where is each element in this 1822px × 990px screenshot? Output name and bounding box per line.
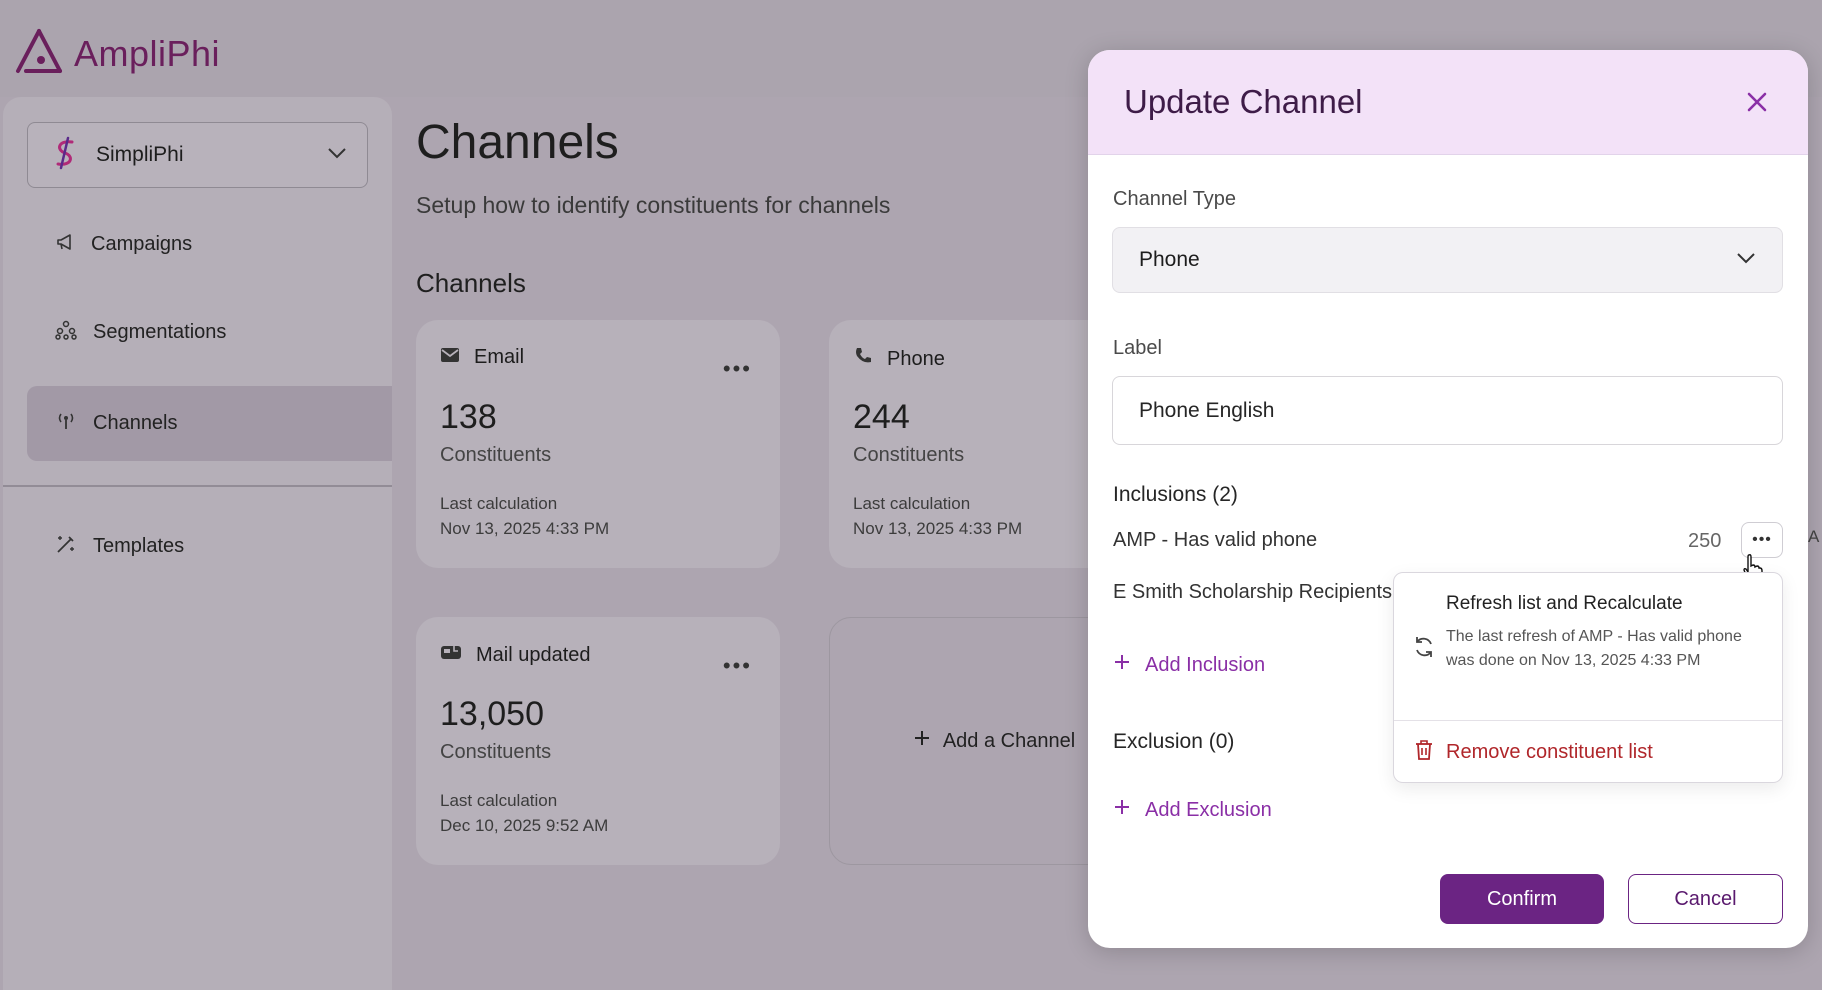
sidebar-item-label: Campaigns	[91, 233, 193, 255]
add-inclusion-button[interactable]: Add Inclusion	[1113, 653, 1265, 677]
exclusion-title: Exclusion (0)	[1113, 730, 1235, 753]
card-last-label: Last calculation	[440, 494, 558, 513]
card-title: Mail updated	[476, 643, 591, 666]
chevron-down-icon	[1736, 251, 1756, 269]
refresh-icon	[1412, 635, 1436, 664]
channel-card-email[interactable]: Email ••• 138 Constituents Last calculat…	[416, 320, 780, 568]
card-last-date: Nov 13, 2025 4:33 PM	[853, 519, 1023, 538]
sidebar-item-label: Channels	[93, 412, 178, 434]
sidebar-item-label: Segmentations	[93, 321, 227, 343]
card-last-label: Last calculation	[440, 791, 558, 810]
update-channel-modal: Update Channel Channel Type Phone Label …	[1088, 50, 1808, 948]
channel-type-label: Channel Type	[1113, 188, 1237, 210]
section-title: Channels	[416, 268, 526, 298]
plus-icon	[1113, 798, 1131, 822]
org-name: SimpliPhi	[96, 143, 184, 166]
add-inclusion-label: Add Inclusion	[1145, 653, 1266, 676]
sidebar-item-campaigns[interactable]: Campaigns	[27, 207, 392, 282]
add-exclusion-label: Add Exclusion	[1145, 798, 1272, 821]
segment-icon	[55, 320, 77, 346]
plus-icon	[913, 729, 931, 753]
modal-title: Update Channel	[1124, 83, 1363, 120]
inclusion-item: AMP - Has valid phone	[1113, 529, 1318, 551]
refresh-recalculate-item[interactable]: Refresh list and Recalculate The last re…	[1394, 573, 1782, 721]
refresh-title: Refresh list and Recalculate	[1446, 593, 1683, 614]
sidebar-divider	[3, 485, 392, 487]
inclusion-context-menu: Refresh list and Recalculate The last re…	[1393, 572, 1783, 783]
channel-type-value: Phone	[1139, 248, 1200, 271]
more-options-icon[interactable]: •••	[723, 653, 752, 679]
magic-wand-icon	[55, 533, 77, 561]
sidebar-item-templates[interactable]: Templates	[27, 509, 392, 584]
sidebar-item-channels[interactable]: Channels	[27, 386, 392, 461]
antenna-icon	[55, 411, 77, 437]
ampliphi-logo-icon	[14, 28, 64, 79]
trash-icon	[1414, 739, 1434, 767]
mailbox-icon	[440, 643, 462, 667]
card-last-date: Dec 10, 2025 9:52 AM	[440, 816, 609, 835]
card-title: Phone	[887, 347, 945, 370]
app-name: AmpliPhi	[74, 32, 221, 74]
remove-list-item[interactable]: Remove constituent list	[1394, 721, 1782, 784]
channel-type-select[interactable]: Phone	[1112, 227, 1783, 293]
more-options-icon[interactable]: •••	[723, 356, 752, 382]
card-count: 13,050	[440, 695, 544, 733]
plus-icon	[1113, 653, 1131, 677]
sidebar: SimpliPhi Campaigns Segmentations Channe…	[3, 97, 392, 990]
card-unit: Constituents	[440, 741, 552, 763]
label-input[interactable]: Phone English	[1112, 376, 1783, 445]
inclusions-title: Inclusions (2)	[1113, 483, 1238, 506]
label-field-label: Label	[1113, 337, 1162, 359]
cancel-button[interactable]: Cancel	[1628, 874, 1783, 924]
modal-header: Update Channel	[1088, 50, 1808, 155]
card-unit: Constituents	[853, 444, 965, 466]
app-logo[interactable]: AmpliPhi	[14, 28, 220, 79]
refresh-description: The last refresh of AMP - Has valid phon…	[1446, 628, 1742, 669]
page-subtitle: Setup how to identify constituents for c…	[416, 192, 891, 218]
inclusion-count: 250	[1688, 530, 1722, 552]
chevron-down-icon	[327, 146, 347, 164]
confirm-button[interactable]: Confirm	[1440, 874, 1604, 924]
card-title: Email	[474, 346, 525, 368]
phone-icon	[853, 346, 873, 372]
card-last-date: Nov 13, 2025 4:33 PM	[440, 519, 610, 538]
email-icon	[440, 346, 460, 369]
add-channel-label: Add a Channel	[942, 729, 1076, 752]
clipped-text: A	[1808, 527, 1820, 546]
card-unit: Constituents	[440, 444, 552, 466]
remove-label: Remove constituent list	[1446, 741, 1653, 763]
channel-card-mail[interactable]: Mail updated ••• 13,050 Constituents Las…	[416, 617, 780, 865]
simpliphi-logo-icon	[48, 136, 82, 175]
inclusion-item: E Smith Scholarship Recipients	[1113, 581, 1393, 603]
sidebar-item-label: Templates	[93, 535, 185, 557]
sidebar-item-segmentations[interactable]: Segmentations	[27, 295, 392, 370]
card-last-label: Last calculation	[853, 494, 971, 513]
org-selector[interactable]: SimpliPhi	[27, 122, 368, 188]
card-count: 138	[440, 398, 497, 436]
megaphone-icon	[55, 232, 75, 258]
page-title: Channels	[416, 116, 619, 169]
add-exclusion-button[interactable]: Add Exclusion	[1113, 798, 1272, 822]
card-count: 244	[853, 398, 910, 436]
close-icon[interactable]	[1742, 87, 1772, 117]
